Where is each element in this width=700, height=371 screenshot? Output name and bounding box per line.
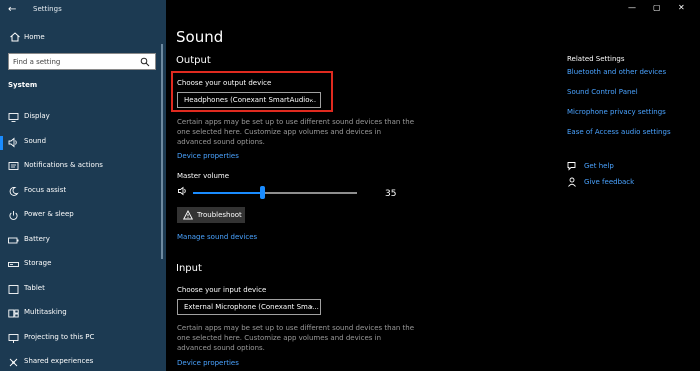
sidebar-item-display[interactable]: Display: [0, 107, 166, 132]
sidebar-item-label: Shared experiences: [24, 357, 94, 365]
display-icon: [8, 113, 19, 122]
page-title: Sound: [176, 28, 224, 46]
sidebar-item-label: Notifications & actions: [24, 161, 103, 169]
sidebar-titlebar: ← Settings: [0, 0, 166, 20]
sidebar-item-label: Tablet: [24, 283, 45, 292]
speaker-icon: [8, 137, 17, 147]
volume-slider-track[interactable]: [193, 192, 357, 194]
give-feedback-link[interactable]: Give feedback: [567, 177, 687, 189]
input-device-label: Choose your input device: [177, 286, 267, 294]
sidebar-item-label: Multitasking: [24, 308, 67, 316]
close-button[interactable]: ✕: [678, 3, 685, 12]
main-content: — ▢ ✕ Sound Output Choose your output de…: [166, 0, 700, 371]
output-heading: Output: [176, 55, 211, 66]
home-nav-item[interactable]: Home: [0, 28, 166, 48]
input-device-dropdown[interactable]: External Microphone (Conexant Sma... ⌄: [177, 299, 321, 315]
window-controls: — ▢ ✕: [620, 0, 700, 16]
maximize-button[interactable]: ▢: [653, 3, 661, 12]
sidebar-scrollbar[interactable]: [161, 44, 163, 259]
sidebar-item-label: Sound: [24, 136, 47, 145]
sidebar-nav: Display Sound Notifications & actions Fo…: [0, 107, 166, 371]
sidebar: ← Settings Home System Display: [0, 0, 166, 371]
sidebar-item-focus-assist[interactable]: Focus assist: [0, 181, 166, 206]
tablet-icon: [8, 284, 19, 294]
get-help-label: Get help: [584, 162, 614, 170]
projecting-icon: [8, 333, 19, 343]
search-icon[interactable]: [140, 57, 150, 67]
feedback-icon: [568, 177, 576, 187]
home-icon: [10, 32, 20, 42]
input-device-properties-link[interactable]: Device properties: [177, 359, 239, 367]
sidebar-section-title: System: [8, 81, 38, 89]
input-device-value: External Microphone (Conexant Sma...: [184, 303, 319, 311]
input-heading: Input: [176, 263, 202, 274]
volume-slider-thumb[interactable]: [259, 186, 265, 199]
manage-sound-devices-link[interactable]: Manage sound devices: [177, 233, 257, 241]
sidebar-item-multitasking[interactable]: Multitasking: [0, 303, 166, 328]
chevron-down-icon: ⌄: [308, 302, 314, 310]
power-icon: [9, 211, 18, 220]
troubleshoot-label: Troubleshoot: [197, 211, 242, 219]
bluetooth-link[interactable]: Bluetooth and other devices: [567, 68, 666, 76]
home-label: Home: [24, 33, 45, 41]
battery-icon: [8, 237, 19, 243]
volume-value: 35: [385, 189, 397, 199]
storage-icon: [8, 262, 19, 267]
highlight-box: [171, 71, 333, 112]
warning-icon: [183, 210, 193, 220]
minimize-button[interactable]: —: [628, 3, 636, 12]
shared-icon: [9, 358, 18, 367]
search-input[interactable]: [13, 56, 133, 67]
moon-icon: [9, 186, 19, 196]
output-device-properties-link[interactable]: Device properties: [177, 152, 239, 160]
sidebar-item-battery[interactable]: Battery: [0, 230, 166, 255]
back-arrow-icon[interactable]: ←: [8, 4, 16, 15]
sidebar-item-label: Battery: [24, 234, 50, 243]
sidebar-item-label: Focus assist: [24, 185, 67, 194]
give-feedback-label: Give feedback: [584, 178, 635, 186]
app-title: Settings: [33, 5, 62, 13]
sidebar-item-label: Projecting to this PC: [24, 332, 95, 341]
search-box[interactable]: [8, 53, 156, 70]
volume-icon[interactable]: [178, 186, 188, 196]
related-settings-title: Related Settings: [567, 55, 625, 63]
troubleshoot-button[interactable]: Troubleshoot: [177, 207, 245, 223]
sidebar-item-notifications[interactable]: Notifications & actions: [0, 156, 166, 181]
notifications-icon: [8, 162, 19, 170]
sidebar-item-label: Power & sleep: [24, 210, 74, 218]
ease-of-access-audio-link[interactable]: Ease of Access audio settings: [567, 128, 671, 136]
output-description: Certain apps may be set up to use differ…: [177, 118, 415, 146]
sidebar-item-sound[interactable]: Sound: [0, 132, 166, 157]
get-help-link[interactable]: Get help: [567, 161, 687, 173]
sidebar-item-storage[interactable]: Storage: [0, 254, 166, 279]
active-indicator: [0, 135, 3, 150]
sidebar-item-label: Storage: [24, 259, 52, 267]
sound-control-panel-link[interactable]: Sound Control Panel: [567, 88, 638, 96]
microphone-privacy-link[interactable]: Microphone privacy settings: [567, 108, 666, 116]
volume-slider-fill: [193, 192, 262, 194]
sidebar-item-shared-experiences[interactable]: Shared experiences: [0, 352, 166, 371]
sidebar-item-power-sleep[interactable]: Power & sleep: [0, 205, 166, 230]
multitasking-icon: [8, 309, 19, 318]
chat-help-icon: [567, 162, 576, 171]
sidebar-item-label: Display: [24, 112, 50, 120]
master-volume-label: Master volume: [177, 172, 230, 180]
input-description: Certain apps may be set up to use differ…: [177, 324, 415, 352]
sidebar-item-tablet[interactable]: Tablet: [0, 279, 166, 304]
sidebar-item-projecting[interactable]: Projecting to this PC: [0, 328, 166, 353]
